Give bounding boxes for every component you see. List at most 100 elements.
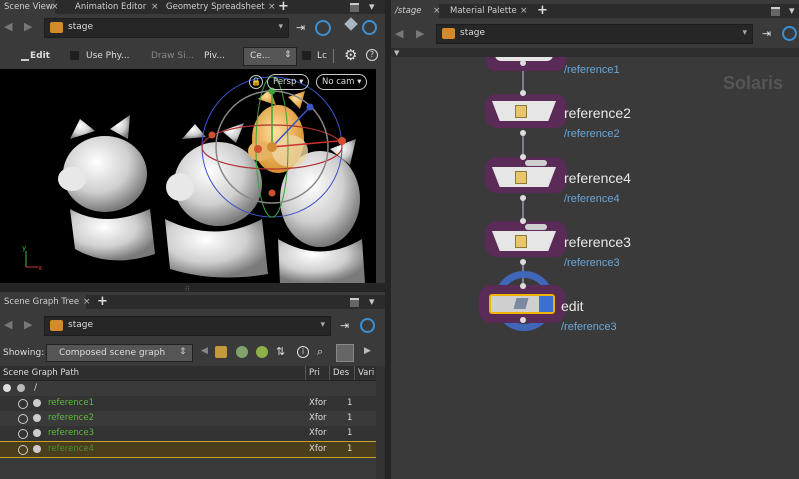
pane-menu-icon[interactable] (771, 7, 780, 16)
horizontal-splitter[interactable]: ⁝⁝ (0, 283, 385, 293)
path-field[interactable]: stage ▾ (44, 18, 289, 38)
close-icon[interactable]: × (520, 4, 528, 18)
output-connector[interactable] (520, 60, 526, 66)
sg-path-field[interactable]: stage ▾ (44, 316, 331, 336)
camera-dropdown[interactable]: No cam ▾ (316, 74, 368, 90)
output-connector[interactable] (520, 195, 526, 201)
back-arrow-icon[interactable]: ◀ (4, 20, 12, 33)
node-flag[interactable] (525, 224, 547, 230)
expand-icon[interactable] (18, 429, 28, 439)
pane-options-icon[interactable]: ▾ (789, 4, 795, 17)
persp-dropdown[interactable]: Persp ▾ (267, 74, 310, 90)
link-icon[interactable] (360, 318, 375, 333)
column-vari[interactable]: Vari (358, 368, 374, 378)
draw-style-label[interactable]: Draw Si... (151, 51, 194, 61)
help-icon[interactable]: ? (366, 49, 378, 61)
forward-arrow-icon[interactable]: ▶ (24, 318, 32, 331)
tab-stage[interactable]: /stage (391, 4, 439, 18)
add-tab-icon[interactable]: + (278, 0, 289, 14)
pig-model[interactable] (58, 115, 155, 261)
add-tab-icon[interactable]: + (537, 3, 548, 18)
pane-menu-icon[interactable] (350, 298, 359, 307)
forward-arrow-icon[interactable]: ▶ (24, 20, 32, 33)
active-filter-icon[interactable] (336, 344, 354, 362)
sphere-alt-icon[interactable] (256, 346, 268, 358)
layer-icon[interactable] (215, 346, 227, 358)
sphere-icon[interactable] (236, 346, 248, 358)
collapse-icon[interactable] (3, 384, 11, 392)
toolbar-toggle-icon[interactable]: ▼ (394, 49, 399, 57)
input-connector[interactable] (520, 283, 526, 289)
gear-icon[interactable]: ⚙ (344, 46, 357, 64)
toolbar-toggle-icon[interactable] (21, 59, 29, 61)
input-connector[interactable] (520, 154, 526, 160)
edit-tool[interactable]: Edit (30, 51, 50, 61)
tab-material-palette[interactable]: Material Palette (446, 4, 521, 18)
chevron-down-icon[interactable]: ▾ (278, 22, 283, 32)
column-pri[interactable]: Pri (309, 368, 320, 378)
input-connector[interactable] (520, 90, 526, 96)
tab-scene-view[interactable]: Scene View (0, 0, 55, 14)
pivot-label[interactable]: Piv... (204, 51, 225, 61)
prim-name: reference3 (48, 428, 94, 438)
back-arrow-icon[interactable]: ◀ (395, 27, 403, 40)
showing-dropdown[interactable]: Composed scene graph ⇕ (46, 344, 193, 362)
pin-icon[interactable]: ⇥ (340, 319, 349, 332)
search-icon[interactable]: ⌕ (317, 345, 323, 359)
pin-icon[interactable]: ⇥ (296, 21, 305, 34)
close-icon[interactable]: × (268, 0, 276, 14)
input-connector[interactable] (520, 218, 526, 224)
column-path[interactable]: Scene Graph Path (3, 368, 79, 378)
link-icon[interactable] (782, 26, 797, 41)
prim-type: Xfor (309, 413, 327, 423)
left-tab-bar: Scene View × Animation Editor × Geometry… (0, 0, 385, 14)
use-physics-checkbox[interactable] (70, 51, 79, 60)
pin-icon[interactable]: ⇥ (762, 27, 771, 40)
node-flag[interactable] (525, 160, 547, 166)
tab-geometry-spreadsheet[interactable]: Geometry Spreadsheet (162, 0, 269, 14)
lc-checkbox[interactable] (302, 51, 311, 60)
back-arrow-icon[interactable]: ◀ (4, 318, 12, 331)
add-tab-icon[interactable]: + (97, 294, 108, 309)
pane-options-icon[interactable]: ▾ (369, 0, 375, 13)
pane-options-icon[interactable]: ▾ (369, 295, 375, 308)
pane-menu-icon[interactable] (350, 3, 359, 12)
display-flag[interactable] (539, 296, 553, 312)
selected-pig-model[interactable] (248, 89, 308, 173)
output-connector[interactable] (520, 259, 526, 265)
tree-row-selected[interactable]: reference4 Xfor 1 (0, 441, 377, 458)
close-icon[interactable]: × (433, 4, 441, 18)
center-dropdown[interactable]: Ce... ⇕ (243, 47, 297, 66)
tree-row[interactable]: reference2 Xfor 1 (0, 411, 376, 426)
tab-animation-editor[interactable]: Animation Editor (71, 0, 150, 14)
output-connector[interactable] (520, 130, 526, 136)
tree-row[interactable]: reference1 Xfor 1 (0, 396, 376, 411)
prim-descendants: 1 (347, 428, 353, 438)
tree-row-root[interactable]: / (0, 381, 376, 396)
chevron-down-icon[interactable]: ▾ (320, 320, 325, 330)
expand-icon[interactable] (18, 445, 28, 455)
scroll-right-icon[interactable]: ▶ (364, 346, 371, 356)
camera-lock-icon[interactable] (362, 20, 377, 35)
output-connector[interactable] (520, 317, 526, 323)
scroll-left-icon[interactable]: ◀ (201, 346, 208, 356)
expand-icon[interactable] (18, 399, 28, 409)
close-icon[interactable]: × (51, 0, 59, 14)
close-icon[interactable]: × (151, 0, 159, 14)
chevron-down-icon[interactable]: ▾ (742, 28, 747, 38)
network-editor[interactable]: Solaris /reference1 reference2 /referenc… (391, 57, 799, 479)
forward-arrow-icon[interactable]: ▶ (416, 27, 424, 40)
network-path-field[interactable]: stage ▾ (436, 24, 753, 44)
3d-viewport[interactable]: y x 🔒 Persp ▾ No cam ▾ (0, 69, 376, 283)
column-des[interactable]: Des (333, 368, 349, 378)
filter-icon[interactable]: ⇅ (276, 345, 285, 358)
cube-icon[interactable] (344, 17, 358, 31)
link-icon[interactable] (315, 20, 331, 36)
expand-icon[interactable] (18, 414, 28, 424)
tab-scene-graph-tree[interactable]: Scene Graph Tree (0, 295, 86, 309)
close-icon[interactable]: × (83, 295, 91, 309)
lock-icon[interactable]: 🔒 (249, 75, 263, 89)
sg-side-scrollbar[interactable] (376, 366, 385, 479)
info-icon[interactable]: i (297, 346, 309, 358)
tree-row[interactable]: reference3 Xfor 1 (0, 426, 376, 441)
